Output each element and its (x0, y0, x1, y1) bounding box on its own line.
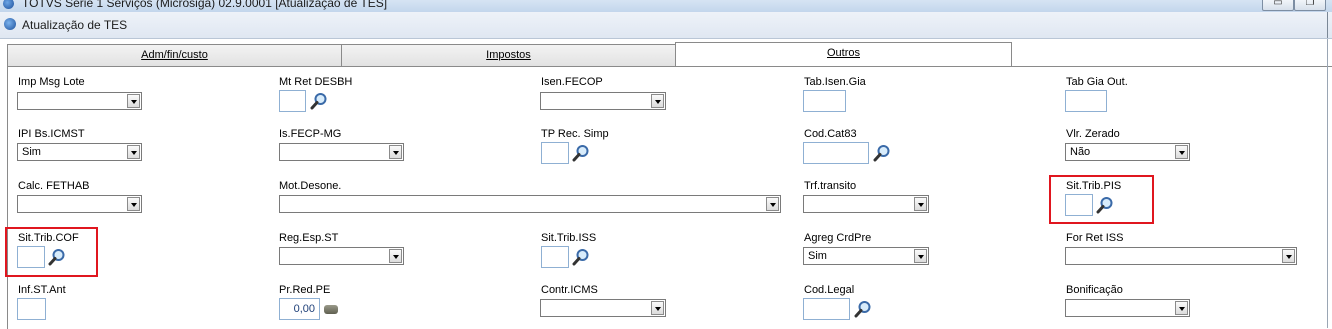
cod-legal-input[interactable] (803, 298, 850, 320)
cod-cat83-input[interactable] (803, 142, 869, 164)
bonificacao-select[interactable] (1065, 299, 1190, 317)
input-value: 0,00 (293, 303, 315, 315)
screen-icon (4, 18, 16, 30)
chevron-down-icon[interactable] (914, 197, 927, 211)
inf-st-ant-label: Inf.ST.Ant (18, 284, 66, 296)
reg-esp-st-select[interactable] (279, 247, 404, 265)
select-value: Sim (808, 250, 827, 262)
ipi-bs-icmst-select[interactable]: Sim (17, 143, 142, 161)
tab-gia-out-label: Tab Gia Out. (1066, 76, 1128, 88)
magnifier-icon[interactable] (873, 144, 891, 162)
isen-fecop-label: Isen.FECOP (541, 76, 603, 88)
screen-title: Atualização de TES (22, 18, 128, 32)
imp-msg-lote-label: Imp Msg Lote (18, 76, 85, 88)
sit-trib-cof-label: Sit.Trib.COF (18, 232, 79, 244)
sit-trib-pis-input[interactable] (1065, 194, 1093, 216)
tab-strip: Adm/fin/custo Impostos Outros (0, 39, 1332, 67)
vlr-zerado-select[interactable]: Não (1065, 143, 1190, 161)
magnifier-icon[interactable] (310, 92, 328, 110)
select-value: Não (1070, 146, 1091, 158)
tab-isen-gia-label: Tab.Isen.Gia (804, 76, 866, 88)
chevron-down-icon[interactable] (127, 94, 140, 108)
chevron-down-icon[interactable] (389, 249, 402, 263)
chevron-down-icon[interactable] (914, 249, 927, 263)
chevron-down-icon[interactable] (766, 197, 779, 211)
sit-trib-cof-input[interactable] (17, 246, 45, 268)
chevron-down-icon[interactable] (1282, 249, 1295, 263)
mot-desone-label: Mot.Desone. (279, 180, 342, 192)
tab-label: Impostos (486, 49, 531, 61)
mt-ret-desbh-input[interactable] (279, 90, 306, 112)
sit-trib-pis-label: Sit.Trib.PIS (1066, 180, 1122, 192)
tab-adm-fin-custo[interactable]: Adm/fin/custo (7, 44, 342, 67)
tab-label: Adm/fin/custo (141, 49, 208, 61)
tp-rec-simp-input[interactable] (541, 142, 569, 164)
tab-isen-gia-input[interactable] (803, 90, 846, 112)
calc-fethab-select[interactable] (17, 195, 142, 213)
contr-icms-label: Contr.ICMS (541, 284, 598, 296)
tab-gia-out-input[interactable] (1065, 90, 1107, 112)
sit-trib-iss-label: Sit.Trib.ISS (541, 232, 597, 244)
magnifier-icon[interactable] (572, 144, 590, 162)
chevron-down-icon[interactable] (651, 301, 664, 315)
chevron-down-icon[interactable] (389, 145, 402, 159)
bonificacao-label: Bonificação (1066, 284, 1123, 296)
calc-fethab-label: Calc. FETHAB (18, 180, 90, 192)
for-ret-iss-select[interactable] (1065, 247, 1297, 265)
tp-rec-simp-label: TP Rec. Simp (541, 128, 609, 140)
window-title-bar: TOTVS Série 1 Serviços (Microsiga) 02.9.… (0, 0, 1332, 12)
magnifier-icon[interactable] (1096, 196, 1114, 214)
chevron-down-icon[interactable] (127, 197, 140, 211)
mt-ret-desbh-label: Mt Ret DESBH (279, 76, 353, 88)
divider (1327, 39, 1328, 328)
magnifier-icon[interactable] (854, 300, 872, 318)
trf-transito-label: Trf.transito (804, 180, 857, 192)
reg-esp-st-label: Reg.Esp.ST (279, 232, 339, 244)
inf-st-ant-input[interactable] (17, 298, 46, 320)
agreg-crdpre-select[interactable]: Sim (803, 247, 929, 265)
tab-label: Outros (826, 47, 860, 59)
contr-icms-select[interactable] (540, 299, 666, 317)
minimize-button[interactable]: ▭ (1262, 0, 1294, 11)
restore-button[interactable]: ❐ (1294, 0, 1326, 11)
cod-cat83-label: Cod.Cat83 (804, 128, 857, 140)
coins-icon[interactable] (324, 305, 338, 314)
isen-fecop-select[interactable] (540, 92, 666, 110)
select-value: Sim (22, 146, 41, 158)
ipi-bs-icmst-label: IPI Bs.ICMST (18, 128, 85, 140)
is-fecp-mg-label: Is.FECP-MG (279, 128, 342, 140)
tab-impostos[interactable]: Impostos (341, 44, 676, 67)
vlr-zerado-label: Vlr. Zerado (1066, 128, 1120, 140)
pr-red-pe-label: Pr.Red.PE (279, 284, 331, 296)
agreg-crdpre-label: Agreg CrdPre (804, 232, 872, 244)
magnifier-icon[interactable] (48, 248, 66, 266)
magnifier-icon[interactable] (572, 248, 590, 266)
chevron-down-icon[interactable] (1175, 145, 1188, 159)
is-fecp-mg-select[interactable] (279, 143, 404, 161)
for-ret-iss-label: For Ret ISS (1066, 232, 1124, 244)
chevron-down-icon[interactable] (651, 94, 664, 108)
chevron-down-icon[interactable] (1175, 301, 1188, 315)
window-title: TOTVS Série 1 Serviços (Microsiga) 02.9.… (22, 0, 388, 10)
chevron-down-icon[interactable] (127, 145, 140, 159)
divider (1327, 12, 1328, 38)
tab-outros[interactable]: Outros (675, 42, 1012, 66)
mot-desone-select[interactable] (279, 195, 781, 213)
sit-trib-iss-input[interactable] (541, 246, 569, 268)
pr-red-pe-input[interactable]: 0,00 (279, 298, 320, 320)
app-icon (3, 0, 14, 9)
imp-msg-lote-select[interactable] (17, 92, 142, 110)
cod-legal-label: Cod.Legal (804, 284, 855, 296)
trf-transito-select[interactable] (803, 195, 929, 213)
screen-title-bar: Atualização de TES (0, 12, 1332, 39)
